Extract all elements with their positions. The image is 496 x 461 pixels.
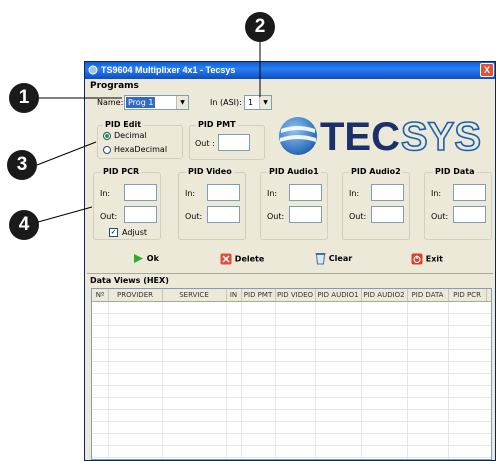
callout-3-line <box>36 141 97 166</box>
callout-4-line <box>37 206 93 223</box>
callout-leader-lines <box>36 42 261 223</box>
